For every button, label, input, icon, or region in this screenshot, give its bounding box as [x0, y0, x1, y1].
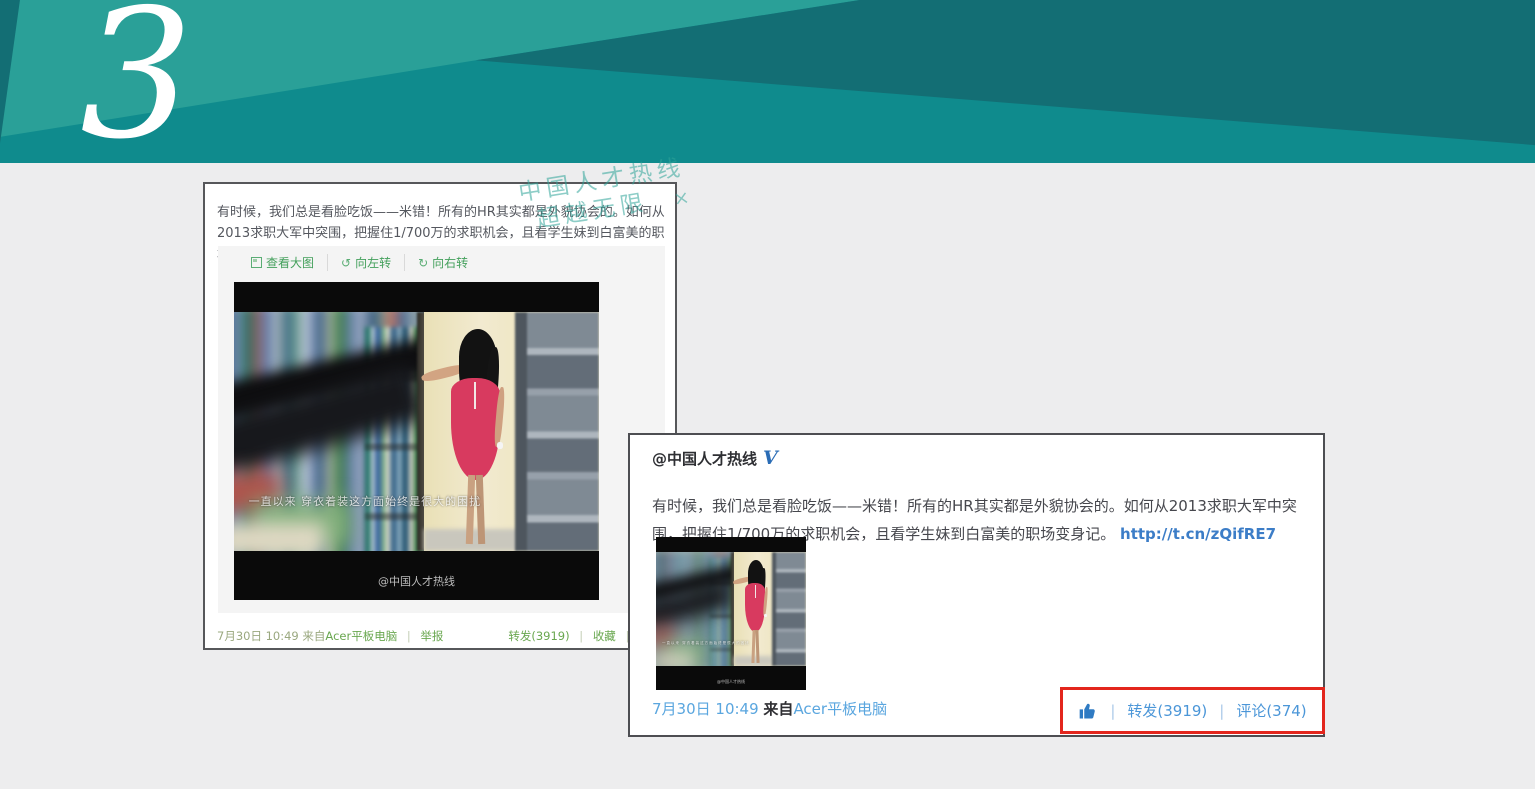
thumbs-up-icon[interactable] — [1078, 701, 1098, 721]
rotate-left-button[interactable]: ↺ 向左转 — [327, 254, 404, 271]
post-source-link[interactable]: Acer平板电脑 — [325, 629, 397, 643]
rotate-left-icon: ↺ — [341, 256, 351, 270]
figure-watch — [764, 614, 767, 617]
post-meta-row: 7月30日 10:49 来自Acer平板电脑 | 举报 转发(3919) | 收… — [217, 628, 662, 644]
post-date: 7月30日 10:49 — [217, 629, 299, 643]
image-viewer-box: 查看大图 ↺ 向左转 ↻ 向右转 — [218, 246, 665, 613]
zoomed-comment-link[interactable]: 评论(374) — [1236, 700, 1306, 721]
video-subtitle-small: 一直以来 穿衣着装这方面始终是很大的困扰 — [662, 641, 794, 646]
figure-leg — [465, 475, 474, 544]
zoomed-repost-link[interactable]: 转发(3919) — [1127, 700, 1207, 721]
rotate-right-button[interactable]: ↻ 向右转 — [404, 254, 481, 271]
report-link[interactable]: 举报 — [420, 629, 443, 643]
author-name[interactable]: @中国人才热线 — [652, 450, 757, 468]
zoomed-source-prefix: 来自 — [763, 700, 793, 718]
image-toolbar: 查看大图 ↺ 向左转 ↻ 向右转 — [238, 254, 481, 271]
view-large-icon — [251, 257, 262, 268]
post-link-zoomed[interactable]: http://t.cn/zQifRE7 — [1120, 525, 1276, 543]
woman-figure — [442, 329, 519, 551]
video-subtitle: 一直以来 穿衣着装这方面始终是很大的困扰 — [249, 493, 570, 509]
woman-figure — [742, 560, 774, 667]
view-large-button[interactable]: 查看大图 — [238, 254, 327, 271]
bookshelf-right — [515, 312, 599, 551]
post-source-prefix: 来自 — [302, 629, 325, 643]
separator: | — [579, 629, 583, 643]
separator: | — [1219, 702, 1224, 720]
favorite-link[interactable]: 收藏 — [593, 629, 616, 643]
author-row: @中国人才热线 V — [652, 447, 778, 469]
video-picture-small: 一直以来 穿衣着装这方面始终是很大的困扰 — [656, 552, 806, 667]
figure-leg-2 — [755, 630, 759, 663]
bookshelf-right — [772, 552, 807, 667]
video-caption: @中国人才热线 — [234, 573, 599, 589]
post-meta-left: 7月30日 10:49 来自Acer平板电脑 | 举报 — [217, 628, 443, 644]
chapter-banner: 3 — [0, 0, 1535, 163]
blurred-book-blob-3 — [234, 522, 325, 551]
blurred-book-blob-3 — [656, 653, 694, 667]
rotate-right-icon: ↻ — [418, 256, 428, 270]
video-frame[interactable]: 一直以来 穿衣着装这方面始终是很大的困扰 @中国人才热线 — [234, 282, 599, 600]
zoomed-post-date: 7月30日 10:49 — [652, 700, 759, 718]
figure-watch — [497, 442, 503, 449]
video-caption-small: @中国人才热线 — [656, 679, 806, 685]
weibo-post-panel: 有时候，我们总是看脸吃饭——米错！所有的HR其实都是外貌协会的。如何从2013求… — [203, 182, 677, 650]
figure-dress-zipper — [474, 382, 476, 409]
red-highlight-box: | 转发(3919) | 评论(374) — [1060, 687, 1325, 734]
separator: | — [1110, 702, 1115, 720]
verified-badge-icon: V — [763, 447, 778, 469]
figure-leg-2 — [476, 475, 485, 544]
zoomed-post-panel: @中国人才热线V 有时候，我们总是看脸吃饭——米错！所有的HR其实都是外貌协会的… — [628, 433, 1325, 737]
separator: | — [407, 629, 411, 643]
chapter-number: 3 — [80, 0, 193, 164]
page: 3 中国人才热线 超越无限× 有时候，我们总是看脸吃饭——米错！所有的HR其实都… — [0, 0, 1535, 789]
zoomed-meta-left: 7月30日 10:49 来自Acer平板电脑 — [652, 698, 887, 719]
video-picture: 一直以来 穿衣着装这方面始终是很大的困扰 — [234, 312, 599, 551]
figure-dress-zipper — [755, 585, 756, 598]
zoomed-source-link[interactable]: Acer平板电脑 — [793, 700, 887, 718]
figure-leg — [751, 630, 755, 663]
video-thumbnail[interactable]: 一直以来 穿衣着装这方面始终是很大的困扰 @中国人才热线 — [656, 537, 806, 690]
repost-link[interactable]: 转发(3919) — [508, 629, 569, 643]
